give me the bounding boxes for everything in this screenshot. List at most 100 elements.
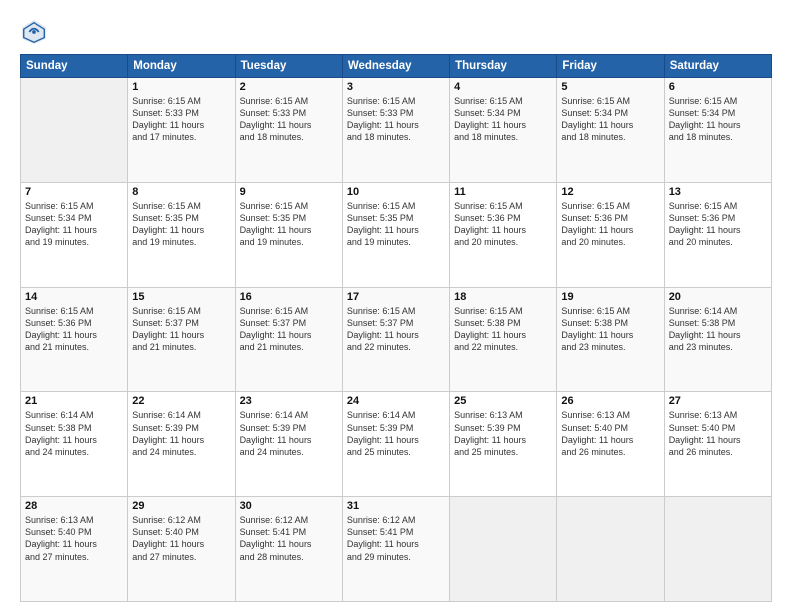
day-number: 11: [454, 186, 552, 198]
calendar-cell: 30 Sunrise: 6:12 AM Sunset: 5:41 PM Dayli…: [235, 497, 342, 602]
calendar-cell: 29 Sunrise: 6:12 AM Sunset: 5:40 PM Dayli…: [128, 497, 235, 602]
day-info: Sunrise: 6:15 AM Sunset: 5:34 PM Dayligh…: [25, 200, 123, 249]
calendar-cell: 13 Sunrise: 6:15 AM Sunset: 5:36 PM Dayli…: [664, 182, 771, 287]
day-info: Sunrise: 6:15 AM Sunset: 5:36 PM Dayligh…: [454, 200, 552, 249]
calendar-cell: 27 Sunrise: 6:13 AM Sunset: 5:40 PM Dayli…: [664, 392, 771, 497]
calendar-cell: [557, 497, 664, 602]
day-info: Sunrise: 6:14 AM Sunset: 5:38 PM Dayligh…: [25, 409, 123, 458]
day-info: Sunrise: 6:15 AM Sunset: 5:38 PM Dayligh…: [454, 305, 552, 354]
calendar-cell: 20Sunrise: 6:14 AM Sunset: 5:38 PM Dayli…: [664, 287, 771, 392]
day-number: 29: [132, 500, 230, 512]
day-number: 27: [669, 395, 767, 407]
calendar-cell: 28Sunrise: 6:13 AM Sunset: 5:40 PM Dayli…: [21, 497, 128, 602]
day-info: Sunrise: 6:13 AM Sunset: 5:40 PM Dayligh…: [25, 514, 123, 563]
day-info: Sunrise: 6:15 AM Sunset: 5:36 PM Dayligh…: [25, 305, 123, 354]
week-row-1: 7 Sunrise: 6:15 AM Sunset: 5:34 PM Daylig…: [21, 182, 772, 287]
day-info: Sunrise: 6:15 AM Sunset: 5:33 PM Dayligh…: [132, 95, 230, 144]
day-number: 10: [347, 186, 445, 198]
week-row-0: 1 Sunrise: 6:15 AM Sunset: 5:33 PM Daylig…: [21, 78, 772, 183]
day-number: 22: [132, 395, 230, 407]
day-info: Sunrise: 6:14 AM Sunset: 5:39 PM Dayligh…: [347, 409, 445, 458]
calendar-cell: 4 Sunrise: 6:15 AM Sunset: 5:34 PM Daylig…: [450, 78, 557, 183]
calendar-cell: 10 Sunrise: 6:15 AM Sunset: 5:35 PM Dayli…: [342, 182, 449, 287]
day-info: Sunrise: 6:12 AM Sunset: 5:41 PM Dayligh…: [347, 514, 445, 563]
calendar-cell: 6 Sunrise: 6:15 AM Sunset: 5:34 PM Daylig…: [664, 78, 771, 183]
logo: [20, 18, 52, 46]
day-number: 30: [240, 500, 338, 512]
day-number: 31: [347, 500, 445, 512]
weekday-header-friday: Friday: [557, 55, 664, 78]
day-info: Sunrise: 6:12 AM Sunset: 5:40 PM Dayligh…: [132, 514, 230, 563]
day-number: 12: [561, 186, 659, 198]
weekday-header-wednesday: Wednesday: [342, 55, 449, 78]
day-info: Sunrise: 6:15 AM Sunset: 5:38 PM Dayligh…: [561, 305, 659, 354]
weekday-header-monday: Monday: [128, 55, 235, 78]
weekday-header-row: SundayMondayTuesdayWednesdayThursdayFrid…: [21, 55, 772, 78]
calendar-cell: 9 Sunrise: 6:15 AM Sunset: 5:35 PM Daylig…: [235, 182, 342, 287]
calendar-cell: 2 Sunrise: 6:15 AM Sunset: 5:33 PM Daylig…: [235, 78, 342, 183]
day-info: Sunrise: 6:15 AM Sunset: 5:35 PM Dayligh…: [132, 200, 230, 249]
day-number: 5: [561, 81, 659, 93]
day-info: Sunrise: 6:15 AM Sunset: 5:36 PM Dayligh…: [669, 200, 767, 249]
day-number: 15: [132, 291, 230, 303]
calendar-cell: [664, 497, 771, 602]
day-number: 19: [561, 291, 659, 303]
weekday-header-tuesday: Tuesday: [235, 55, 342, 78]
day-info: Sunrise: 6:15 AM Sunset: 5:33 PM Dayligh…: [240, 95, 338, 144]
calendar-table: SundayMondayTuesdayWednesdayThursdayFrid…: [20, 54, 772, 602]
week-row-4: 28Sunrise: 6:13 AM Sunset: 5:40 PM Dayli…: [21, 497, 772, 602]
calendar-cell: [450, 497, 557, 602]
day-number: 3: [347, 81, 445, 93]
day-number: 13: [669, 186, 767, 198]
calendar-cell: 14 Sunrise: 6:15 AM Sunset: 5:36 PM Dayli…: [21, 287, 128, 392]
day-info: Sunrise: 6:15 AM Sunset: 5:37 PM Dayligh…: [240, 305, 338, 354]
day-info: Sunrise: 6:13 AM Sunset: 5:40 PM Dayligh…: [669, 409, 767, 458]
calendar-cell: 5Sunrise: 6:15 AM Sunset: 5:34 PM Daylig…: [557, 78, 664, 183]
day-number: 25: [454, 395, 552, 407]
week-row-3: 21 Sunrise: 6:14 AM Sunset: 5:38 PM Dayli…: [21, 392, 772, 497]
day-number: 23: [240, 395, 338, 407]
day-info: Sunrise: 6:15 AM Sunset: 5:35 PM Dayligh…: [347, 200, 445, 249]
day-number: 18: [454, 291, 552, 303]
week-row-2: 14 Sunrise: 6:15 AM Sunset: 5:36 PM Dayli…: [21, 287, 772, 392]
calendar-cell: 31 Sunrise: 6:12 AM Sunset: 5:41 PM Dayli…: [342, 497, 449, 602]
calendar-cell: 1 Sunrise: 6:15 AM Sunset: 5:33 PM Daylig…: [128, 78, 235, 183]
day-number: 1: [132, 81, 230, 93]
logo-icon: [20, 18, 48, 46]
page: SundayMondayTuesdayWednesdayThursdayFrid…: [0, 0, 792, 612]
weekday-header-saturday: Saturday: [664, 55, 771, 78]
day-number: 9: [240, 186, 338, 198]
day-info: Sunrise: 6:15 AM Sunset: 5:37 PM Dayligh…: [132, 305, 230, 354]
day-info: Sunrise: 6:15 AM Sunset: 5:34 PM Dayligh…: [454, 95, 552, 144]
day-number: 21: [25, 395, 123, 407]
calendar-cell: 12Sunrise: 6:15 AM Sunset: 5:36 PM Dayli…: [557, 182, 664, 287]
calendar-cell: 8 Sunrise: 6:15 AM Sunset: 5:35 PM Daylig…: [128, 182, 235, 287]
calendar-cell: [21, 78, 128, 183]
header: [20, 18, 772, 46]
day-info: Sunrise: 6:13 AM Sunset: 5:39 PM Dayligh…: [454, 409, 552, 458]
day-number: 6: [669, 81, 767, 93]
day-number: 17: [347, 291, 445, 303]
day-number: 7: [25, 186, 123, 198]
day-info: Sunrise: 6:15 AM Sunset: 5:34 PM Dayligh…: [669, 95, 767, 144]
calendar-cell: 26Sunrise: 6:13 AM Sunset: 5:40 PM Dayli…: [557, 392, 664, 497]
day-info: Sunrise: 6:14 AM Sunset: 5:39 PM Dayligh…: [132, 409, 230, 458]
day-number: 8: [132, 186, 230, 198]
day-info: Sunrise: 6:12 AM Sunset: 5:41 PM Dayligh…: [240, 514, 338, 563]
day-info: Sunrise: 6:15 AM Sunset: 5:35 PM Dayligh…: [240, 200, 338, 249]
calendar-cell: 21 Sunrise: 6:14 AM Sunset: 5:38 PM Dayli…: [21, 392, 128, 497]
day-number: 4: [454, 81, 552, 93]
calendar-cell: 17 Sunrise: 6:15 AM Sunset: 5:37 PM Dayli…: [342, 287, 449, 392]
day-info: Sunrise: 6:13 AM Sunset: 5:40 PM Dayligh…: [561, 409, 659, 458]
day-info: Sunrise: 6:15 AM Sunset: 5:37 PM Dayligh…: [347, 305, 445, 354]
calendar-cell: 3 Sunrise: 6:15 AM Sunset: 5:33 PM Daylig…: [342, 78, 449, 183]
calendar-cell: 18 Sunrise: 6:15 AM Sunset: 5:38 PM Dayli…: [450, 287, 557, 392]
day-number: 24: [347, 395, 445, 407]
calendar-cell: 24 Sunrise: 6:14 AM Sunset: 5:39 PM Dayli…: [342, 392, 449, 497]
calendar-cell: 16Sunrise: 6:15 AM Sunset: 5:37 PM Dayli…: [235, 287, 342, 392]
calendar-cell: 15 Sunrise: 6:15 AM Sunset: 5:37 PM Dayli…: [128, 287, 235, 392]
day-info: Sunrise: 6:14 AM Sunset: 5:38 PM Dayligh…: [669, 305, 767, 354]
day-number: 2: [240, 81, 338, 93]
day-number: 14: [25, 291, 123, 303]
day-info: Sunrise: 6:15 AM Sunset: 5:33 PM Dayligh…: [347, 95, 445, 144]
